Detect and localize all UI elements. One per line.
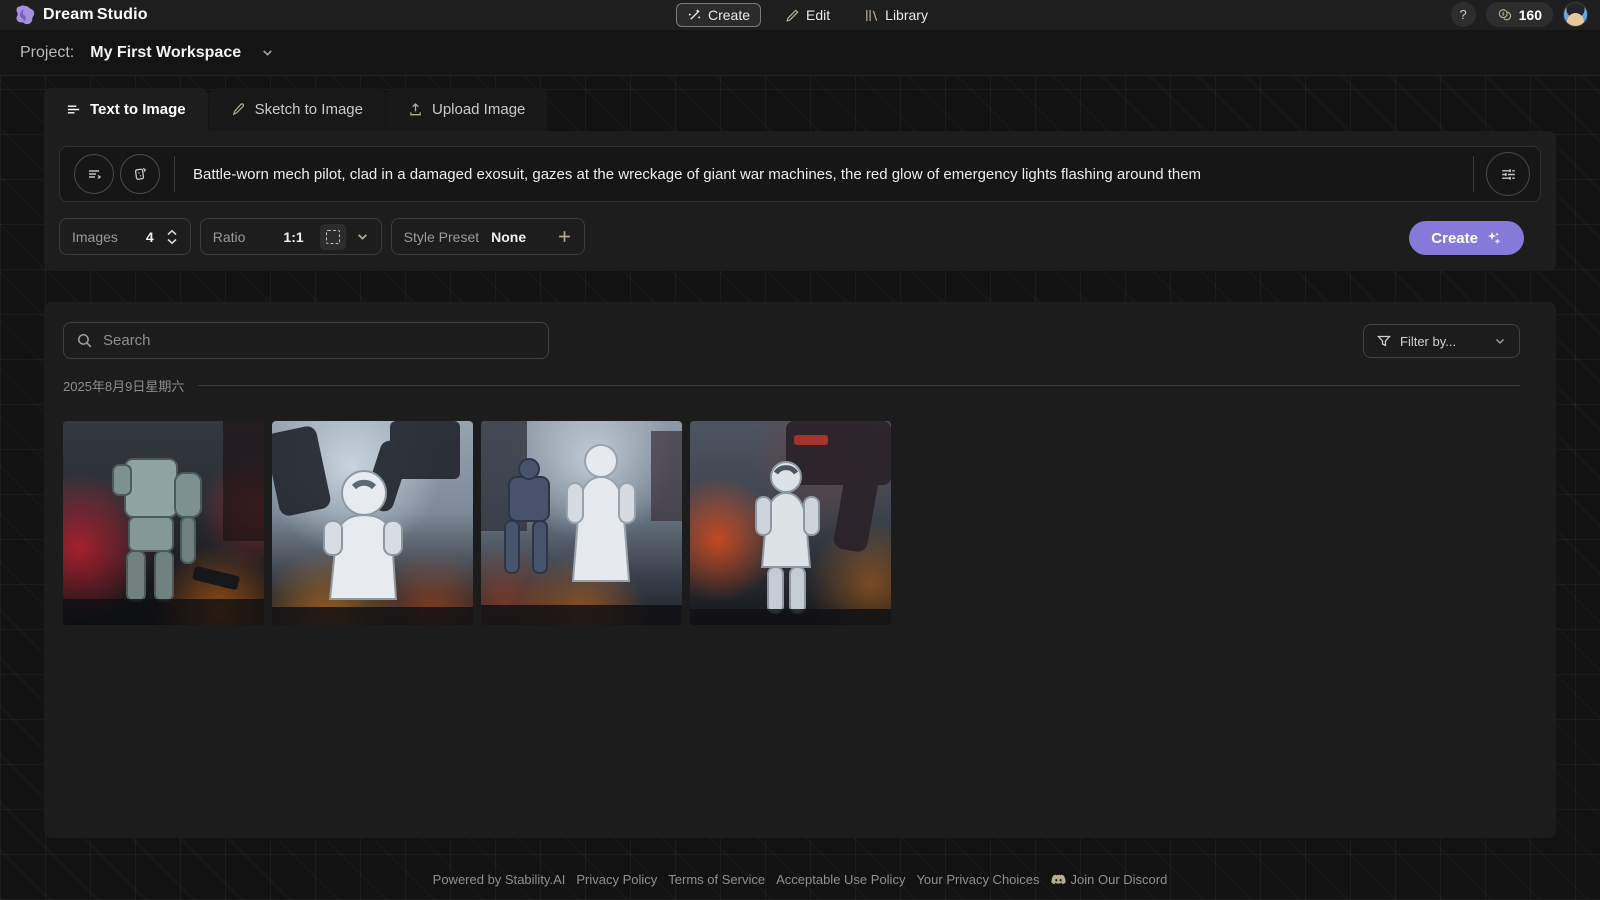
tab-label: Sketch to Image xyxy=(255,101,363,118)
prompt-lines-arrow-icon xyxy=(85,165,103,183)
help-icon: ? xyxy=(1460,7,1467,22)
style-preset-label: Style Preset xyxy=(404,229,479,245)
search-input[interactable] xyxy=(103,332,536,349)
sparkles-icon xyxy=(1486,230,1502,246)
generated-image-2[interactable] xyxy=(272,421,473,625)
generated-images-row xyxy=(63,421,891,625)
discord-link-label: Join Our Discord xyxy=(1071,872,1168,887)
project-name-selector[interactable]: My First Workspace xyxy=(90,44,241,62)
random-prompt-button[interactable] xyxy=(120,154,160,194)
nav-library-label: Library xyxy=(885,7,928,23)
images-count-stepper[interactable]: Images 4 xyxy=(59,218,191,255)
date-divider-row: 2025年8月9日星期六 xyxy=(63,376,1520,395)
filter-label: Filter by... xyxy=(1400,334,1485,349)
books-icon xyxy=(864,8,879,23)
nav-edit-label: Edit xyxy=(806,7,830,23)
coins-icon xyxy=(1497,8,1513,22)
search-icon xyxy=(76,332,93,349)
privacy-choices-link[interactable]: Your Privacy Choices xyxy=(916,872,1039,887)
upload-icon xyxy=(408,102,423,117)
prompt-history-button[interactable] xyxy=(74,154,114,194)
mode-tabs: Text to Image Sketch to Image Upload Ima… xyxy=(44,88,1556,131)
acceptable-use-link[interactable]: Acceptable Use Policy xyxy=(776,872,905,887)
images-label: Images xyxy=(72,229,118,245)
discord-link[interactable]: Join Our Discord xyxy=(1051,872,1168,887)
generation-date: 2025年8月9日星期六 xyxy=(63,376,184,395)
generated-image-4[interactable] xyxy=(690,421,891,625)
generated-image-1[interactable] xyxy=(63,421,264,625)
dreamstudio-logo-icon xyxy=(14,4,36,26)
generation-controls: Images 4 Ratio 1:1 xyxy=(59,218,585,255)
ratio-label: Ratio xyxy=(213,229,246,245)
ratio-value: 1:1 xyxy=(283,229,303,245)
help-button[interactable]: ? xyxy=(1451,2,1476,27)
images-value: 4 xyxy=(146,229,154,245)
divider-line xyxy=(198,385,1520,386)
generation-section: Text to Image Sketch to Image Upload Ima… xyxy=(44,88,1556,271)
brand-logo[interactable]: DreamStudio xyxy=(0,4,320,26)
prompt-bar xyxy=(59,146,1541,202)
chevron-down-icon[interactable] xyxy=(261,46,274,59)
nav-create-label: Create xyxy=(708,7,750,23)
project-label: Project: xyxy=(20,44,74,62)
search-box[interactable] xyxy=(63,322,549,359)
gallery-panel: Filter by... 2025年8月9日星期六 xyxy=(44,302,1556,838)
generation-panel: Images 4 Ratio 1:1 xyxy=(44,131,1556,271)
workspace-canvas: Text to Image Sketch to Image Upload Ima… xyxy=(0,76,1600,900)
advanced-settings-button[interactable] xyxy=(1486,152,1530,196)
brand-name: DreamStudio xyxy=(43,6,148,24)
prompt-input[interactable] xyxy=(183,166,1465,183)
privacy-policy-link[interactable]: Privacy Policy xyxy=(576,872,657,887)
chevron-down-icon xyxy=(1494,335,1506,347)
filter-dropdown[interactable]: Filter by... xyxy=(1363,324,1520,358)
top-right-cluster: ? 160 xyxy=(1451,2,1588,27)
footer: Powered by Stability.AI Privacy Policy T… xyxy=(0,872,1600,887)
dice-card-icon xyxy=(131,165,149,183)
powered-by-text: Powered by Stability.AI xyxy=(433,872,566,887)
divider xyxy=(1473,156,1474,192)
magic-wand-icon xyxy=(687,8,702,23)
ratio-preview xyxy=(320,224,346,250)
tab-label: Text to Image xyxy=(90,101,186,118)
tab-label: Upload Image xyxy=(432,101,525,118)
create-button[interactable]: Create xyxy=(1409,221,1524,255)
user-avatar[interactable] xyxy=(1563,2,1588,27)
sketch-pencil-icon xyxy=(231,102,246,117)
generated-image-3[interactable] xyxy=(481,421,682,625)
credits-pill[interactable]: 160 xyxy=(1486,2,1553,27)
tab-upload-image[interactable]: Upload Image xyxy=(386,88,547,131)
credits-value: 160 xyxy=(1519,7,1542,23)
pencil-icon xyxy=(785,8,800,23)
tab-sketch-to-image[interactable]: Sketch to Image xyxy=(209,88,385,131)
terms-of-service-link[interactable]: Terms of Service xyxy=(668,872,765,887)
top-bar: DreamStudio Create Edit xyxy=(0,0,1600,30)
nav-edit-button[interactable]: Edit xyxy=(775,4,840,26)
discord-icon xyxy=(1051,874,1066,886)
aspect-ratio-selector[interactable]: Ratio 1:1 xyxy=(200,218,382,255)
divider xyxy=(174,156,175,192)
text-lines-icon xyxy=(66,102,81,117)
nav-create-button[interactable]: Create xyxy=(676,3,761,27)
style-preset-selector[interactable]: Style Preset None xyxy=(391,218,585,255)
funnel-icon xyxy=(1377,334,1391,348)
sliders-icon xyxy=(1499,165,1518,184)
create-button-label: Create xyxy=(1431,230,1478,247)
top-navigation: Create Edit Library xyxy=(676,0,938,30)
stepper-arrows[interactable] xyxy=(166,229,178,245)
project-bar: Project: My First Workspace xyxy=(0,30,1600,76)
tab-text-to-image[interactable]: Text to Image xyxy=(44,88,208,131)
dashed-square-icon xyxy=(326,230,340,244)
chevron-down-icon xyxy=(356,230,369,243)
nav-library-button[interactable]: Library xyxy=(854,4,938,26)
style-preset-value: None xyxy=(491,229,526,245)
plus-icon xyxy=(557,229,572,244)
